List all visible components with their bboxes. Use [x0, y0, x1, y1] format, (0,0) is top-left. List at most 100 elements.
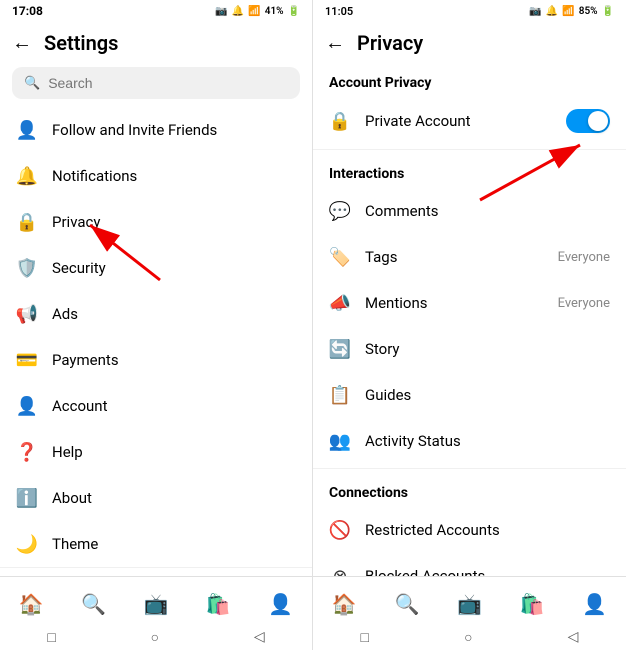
right-gesture-back: ◁	[568, 629, 579, 645]
help-label: Help	[52, 443, 83, 461]
blocked-accounts-item[interactable]: ⊗ Blocked Accounts	[313, 553, 626, 576]
search-icon: 🔍	[24, 76, 40, 91]
help-icon: ❓	[16, 441, 38, 463]
right-time: 11:05	[325, 5, 353, 18]
about-label: About	[52, 489, 92, 507]
right-nav-profile[interactable]: 👤	[582, 591, 608, 617]
tags-icon: 🏷️	[329, 246, 351, 268]
private-account-label: Private Account	[365, 112, 552, 130]
account-label: Account	[52, 397, 108, 415]
right-status-bar: 11:05 📷 🔔 📶 85% 🔋	[313, 0, 626, 22]
right-gesture-circle: ○	[464, 629, 472, 646]
mentions-item[interactable]: 📣 Mentions Everyone	[313, 280, 626, 326]
toggle-knob	[588, 111, 608, 131]
left-panel: 17:08 📷 🔔 📶 41% 🔋 ← Settings 🔍 👤 Follow …	[0, 0, 313, 650]
privacy-icon: 🔒	[16, 211, 38, 233]
follow-icon: 👤	[16, 119, 38, 141]
right-panel: 11:05 📷 🔔 📶 85% 🔋 ← Privacy Account Priv…	[313, 0, 626, 650]
mentions-value: Everyone	[558, 296, 610, 311]
right-nav-reels[interactable]: 📺	[456, 591, 482, 617]
left-nav-home[interactable]: 🏠	[18, 591, 44, 617]
right-nav-shop[interactable]: 🛍️	[519, 591, 545, 617]
menu-item-about[interactable]: ℹ️ About	[0, 475, 312, 521]
menu-item-theme[interactable]: 🌙 Theme	[0, 521, 312, 567]
left-nav-shop[interactable]: 🛍️	[205, 591, 231, 617]
ads-label: Ads	[52, 305, 78, 323]
comments-item[interactable]: 💬 Comments	[313, 188, 626, 234]
menu-item-follow[interactable]: 👤 Follow and Invite Friends	[0, 107, 312, 153]
blocked-accounts-icon: ⊗	[329, 565, 351, 576]
menu-item-account[interactable]: 👤 Account	[0, 383, 312, 429]
left-status-icons: 📷 🔔 📶 41% 🔋	[215, 6, 300, 17]
security-icon: 🛡️	[16, 257, 38, 279]
activity-status-label: Activity Status	[365, 432, 610, 450]
story-item[interactable]: 🔄 Story	[313, 326, 626, 372]
private-account-item[interactable]: 🔒 Private Account	[313, 97, 626, 145]
left-back-button[interactable]: ←	[12, 30, 32, 55]
security-label: Security	[52, 259, 106, 277]
right-nav-home[interactable]: 🏠	[331, 591, 357, 617]
left-screen-title: Settings	[44, 31, 118, 55]
account-privacy-header: Account Privacy	[313, 63, 626, 97]
about-icon: ℹ️	[16, 487, 38, 509]
menu-item-security[interactable]: 🛡️ Security	[0, 245, 312, 291]
restricted-accounts-icon: 🚫	[329, 519, 351, 541]
right-top-bar: ← Privacy	[313, 22, 626, 63]
notifications-icon: 🔔	[16, 165, 38, 187]
right-bottom-nav: 🏠 🔍 📺 🛍️ 👤	[313, 576, 626, 626]
right-status-icons: 📷 🔔 📶 85% 🔋	[529, 6, 614, 17]
mentions-icon: 📣	[329, 292, 351, 314]
menu-item-payments[interactable]: 💳 Payments	[0, 337, 312, 383]
activity-status-icon: 👥	[329, 430, 351, 452]
left-nav-search[interactable]: 🔍	[81, 591, 107, 617]
restricted-accounts-item[interactable]: 🚫 Restricted Accounts	[313, 507, 626, 553]
settings-menu-list: 👤 Follow and Invite Friends 🔔 Notificati…	[0, 107, 312, 576]
divider-2	[313, 468, 626, 469]
left-gesture-square: □	[47, 629, 55, 646]
privacy-content: Account Privacy 🔒 Private Account Intera…	[313, 63, 626, 576]
privacy-label: Privacy	[52, 213, 100, 231]
theme-icon: 🌙	[16, 533, 38, 555]
left-bottom-nav: 🏠 🔍 📺 🛍️ 👤	[0, 576, 312, 626]
search-bar[interactable]: 🔍	[12, 67, 300, 99]
story-icon: 🔄	[329, 338, 351, 360]
mentions-label: Mentions	[365, 294, 544, 312]
theme-label: Theme	[52, 535, 98, 553]
search-input[interactable]	[48, 75, 288, 91]
ads-icon: 📢	[16, 303, 38, 325]
right-gesture-bar: □ ○ ◁	[313, 626, 626, 650]
guides-item[interactable]: 📋 Guides	[313, 372, 626, 418]
divider-1	[313, 149, 626, 150]
left-status-bar: 17:08 📷 🔔 📶 41% 🔋	[0, 0, 312, 22]
right-screen-title: Privacy	[357, 31, 423, 55]
menu-item-ads[interactable]: 📢 Ads	[0, 291, 312, 337]
left-gesture-bar: □ ○ ◁	[0, 626, 312, 650]
follow-label: Follow and Invite Friends	[52, 121, 217, 139]
private-account-toggle[interactable]	[566, 109, 610, 133]
comments-icon: 💬	[329, 200, 351, 222]
guides-label: Guides	[365, 386, 610, 404]
left-time: 17:08	[12, 4, 43, 18]
right-nav-search[interactable]: 🔍	[394, 591, 420, 617]
menu-item-privacy[interactable]: 🔒 Privacy	[0, 199, 312, 245]
left-nav-reels[interactable]: 📺	[143, 591, 169, 617]
payments-icon: 💳	[16, 349, 38, 371]
story-label: Story	[365, 340, 610, 358]
account-icon: 👤	[16, 395, 38, 417]
menu-item-notifications[interactable]: 🔔 Notifications	[0, 153, 312, 199]
restricted-accounts-label: Restricted Accounts	[365, 521, 610, 539]
left-top-bar: ← Settings	[0, 22, 312, 63]
interactions-header: Interactions	[313, 154, 626, 188]
blocked-accounts-label: Blocked Accounts	[365, 567, 610, 576]
connections-header: Connections	[313, 473, 626, 507]
private-account-icon: 🔒	[329, 110, 351, 132]
activity-status-item[interactable]: 👥 Activity Status	[313, 418, 626, 464]
right-back-button[interactable]: ←	[325, 30, 345, 55]
tags-label: Tags	[365, 248, 544, 266]
payments-label: Payments	[52, 351, 119, 369]
menu-item-help[interactable]: ❓ Help	[0, 429, 312, 475]
comments-label: Comments	[365, 202, 610, 220]
tags-value: Everyone	[558, 250, 610, 265]
left-nav-profile[interactable]: 👤	[268, 591, 294, 617]
tags-item[interactable]: 🏷️ Tags Everyone	[313, 234, 626, 280]
